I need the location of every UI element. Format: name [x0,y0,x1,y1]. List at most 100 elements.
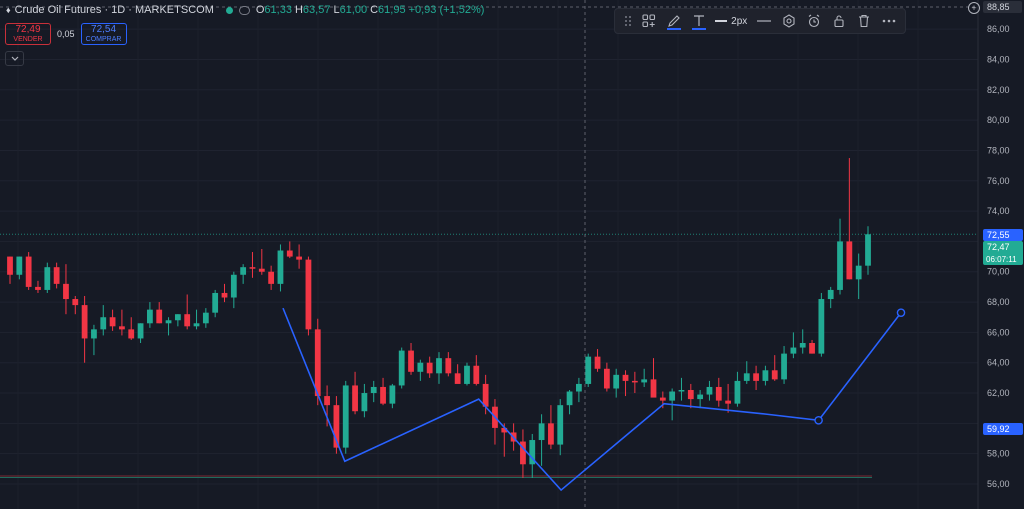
candle-body [445,358,452,374]
candle-body [557,405,564,445]
candle-body [809,343,815,354]
candle-body [109,317,116,327]
end-point-handle [896,308,906,317]
trade-panel: 72,49 VENDER 0,05 72,54 COMPRAR [5,23,127,45]
line-width-label: 2px [731,15,748,27]
collapse-button[interactable] [5,51,24,66]
line-color-swatch [666,28,681,30]
candle-body [342,385,349,448]
candle-body [631,380,638,383]
visibility-icon[interactable] [238,5,250,15]
candle-body [818,299,825,354]
text-icon[interactable] [686,8,711,34]
candle-body [473,365,480,384]
price-axis-label: 86,00 [987,24,1010,34]
line-width-icon [715,20,728,22]
candle-body [762,370,769,381]
ohlc-values: O 61,33 H 63,57 L 61,00 C 61,95 +0,93 (+1,52… [256,4,485,16]
drag-handle-icon[interactable] [619,8,636,34]
more-icon[interactable] [876,8,901,34]
candle-body [771,370,778,380]
candle-body [249,267,256,269]
candle-body [865,234,871,266]
buy-price: 72,54 [91,24,117,35]
last-price-badge: 72,47 [987,242,1010,252]
candle-body [128,329,135,339]
candle-body [790,347,797,354]
candle-body [221,292,228,298]
candle-body [603,368,610,389]
candle-body [641,379,648,383]
price-axis-label: 82,00 [987,85,1010,95]
symbol-title[interactable]: Crude Oil Futures · 1D · MARKETSCOM [15,4,214,16]
lock-icon[interactable] [826,8,851,34]
candle-body [613,374,620,389]
price-chart[interactable]: 86,00 84,00 82,00 80,00 78,00 76,00 74,00 70,00… [0,0,1024,509]
price-axis-label: 70,00 [987,267,1010,277]
candle-body [25,256,32,287]
price-axis-label: 62,00 [987,388,1010,398]
candle-body [314,329,321,397]
candle-body [426,362,433,374]
candle-body [165,320,172,324]
candle-body [576,383,582,392]
candle-body [268,271,275,284]
candle-body [678,390,685,392]
price-axis-label: 76,00 [987,176,1010,186]
candle-body [193,323,200,327]
candle-body [184,314,191,327]
text-color-swatch [691,28,706,30]
candle-body [482,383,489,407]
symbol-icon: ♦ [6,5,11,15]
sell-price: 72,49 [15,24,41,35]
candle-body [669,391,676,401]
anchor-point-handle [814,416,823,425]
candle-body [408,350,414,372]
market-status-icon [225,6,233,14]
pencil-icon[interactable] [661,8,686,34]
chevron-down-icon [11,56,18,61]
candle-body [286,250,293,257]
price-axis-label: 74,00 [987,206,1010,216]
close-label: C [370,4,379,16]
candle-body [53,267,60,284]
change-value: +0,93 (+1,52%) [408,4,485,16]
sell-label: VENDER [13,36,43,43]
template-icon[interactable] [636,8,661,34]
axis-top-label: 88,85 [987,2,1010,12]
add-crosshair-icon[interactable]: + [968,2,980,14]
line-style-icon[interactable] [751,8,776,34]
candle-body [697,394,704,400]
price-axis-label: 68,00 [987,297,1010,307]
candle-body [240,267,247,275]
candle-body [72,299,79,306]
candle-body [398,350,405,386]
candle-body [706,386,713,395]
candle-body [147,309,153,324]
candle-body [100,317,107,330]
candle-body [35,286,41,290]
candle-body [454,373,461,384]
sell-button[interactable]: 72,49 VENDER [5,23,51,45]
candle-body [137,323,144,339]
candle-body [538,423,545,441]
open-label: O [255,4,265,16]
buy-button[interactable]: 72,54 COMPRAR [80,23,127,45]
candle-body [361,393,368,412]
candle-body [743,373,750,381]
chart-header: ♦ Crude Oil Futures · 1D · MARKETSCOM O6… [6,4,484,16]
point-price-badge: 59,92 [987,424,1010,434]
candle-body [156,309,163,324]
candle-body [687,390,694,400]
line-width-button[interactable]: 2px [711,8,751,34]
candle-body [16,256,23,275]
trash-icon[interactable] [851,8,876,34]
candle-body [44,267,51,290]
alert-clock-icon[interactable] [801,8,826,34]
candle-body [324,396,330,406]
candle-body [258,268,265,272]
candle-body [417,362,424,372]
candle-body [91,329,97,339]
candle-body [585,356,592,384]
settings-icon[interactable] [776,8,801,34]
